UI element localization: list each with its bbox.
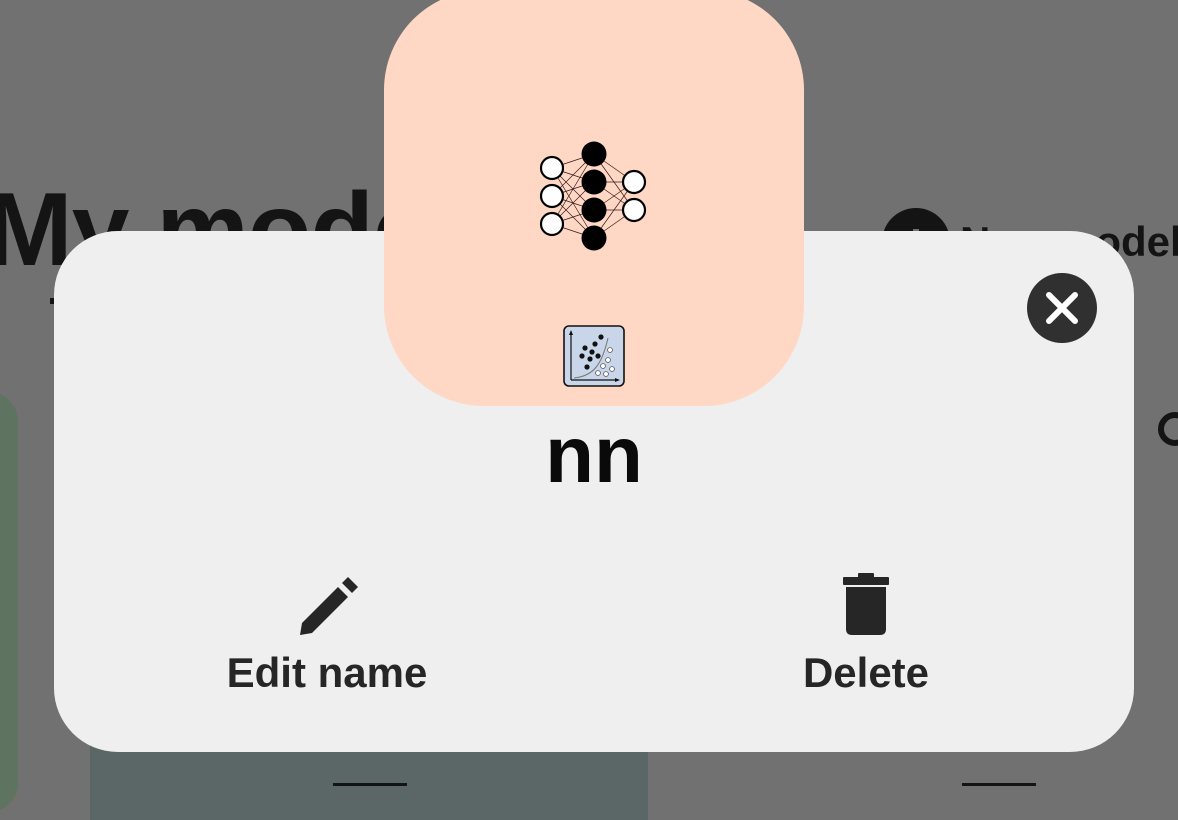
trash-icon <box>843 573 889 635</box>
edit-name-button[interactable]: Edit name <box>187 571 467 697</box>
delete-label: Delete <box>802 649 930 696</box>
scatter-plot-icon <box>563 325 625 387</box>
edit-name-label: Edit name <box>226 649 428 696</box>
model-card[interactable] <box>0 392 18 812</box>
delete-button[interactable]: Delete <box>726 571 1006 697</box>
close-button[interactable] <box>1027 273 1097 343</box>
pencil-icon <box>300 577 358 635</box>
neural-network-icon <box>539 141 647 251</box>
model-name: nn <box>545 410 643 499</box>
close-icon <box>1046 292 1078 324</box>
model-icon-tile <box>384 0 804 406</box>
sort-icon[interactable] <box>1158 412 1178 446</box>
